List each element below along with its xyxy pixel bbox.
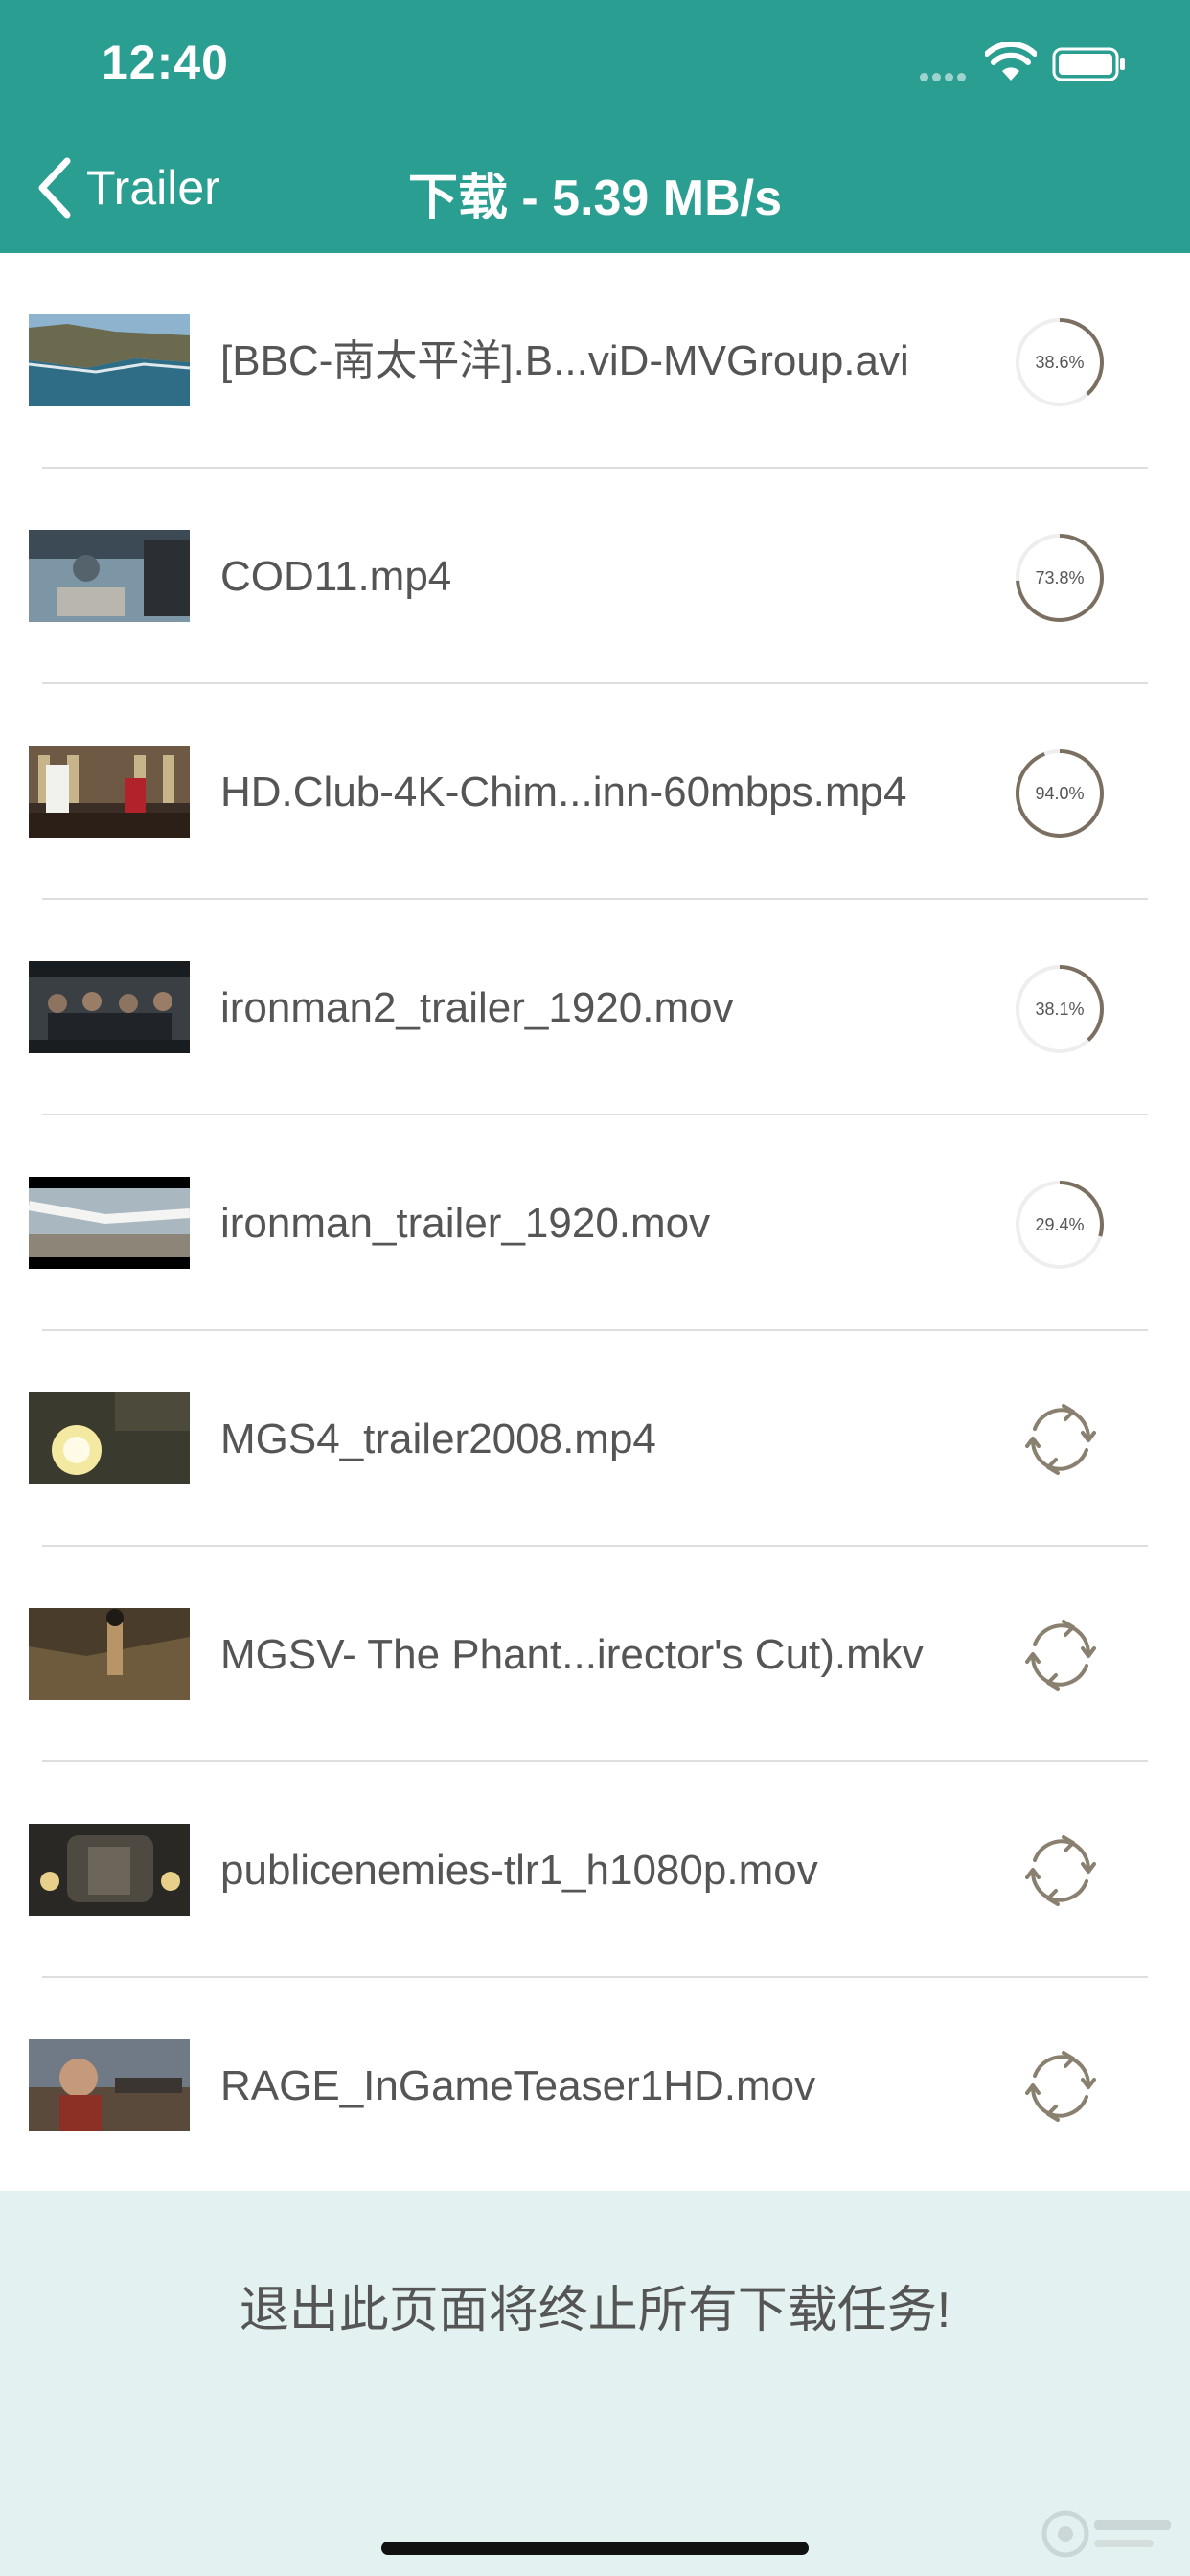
download-item[interactable]: publicenemies-tlr1_h1080p.mov [0, 1762, 1190, 1978]
refresh-icon[interactable] [1021, 2047, 1100, 2126]
footer-warning: 退出此页面将终止所有下载任务! [239, 2283, 951, 2338]
watermark-logo [1041, 2510, 1171, 2558]
video-thumbnail [29, 961, 190, 1053]
page-title: 下载 - 5.39 MB/s [407, 171, 783, 226]
progress-ring: 73.8% [1014, 532, 1106, 624]
video-thumbnail [29, 1392, 190, 1484]
progress-ring: 94.0% [1014, 748, 1106, 840]
video-thumbnail [29, 1608, 190, 1700]
video-thumbnail [29, 2039, 190, 2131]
download-item[interactable]: ironman_trailer_1920.mov 29.4% [0, 1116, 1190, 1331]
file-name: MGSV- The Phant...irector's Cut).mkv [220, 1631, 924, 1678]
progress-percent: 38.6% [1035, 353, 1085, 372]
file-name: HD.Club-4K-Chim...inn-60mbps.mp4 [220, 769, 907, 816]
file-name: ironman2_trailer_1920.mov [220, 984, 734, 1031]
progress-ring: 38.1% [1014, 963, 1106, 1055]
progress-ring: 38.6% [1014, 316, 1106, 408]
refresh-icon[interactable] [1021, 1831, 1100, 1910]
progress-percent: 38.1% [1035, 1000, 1085, 1019]
file-name: COD11.mp4 [220, 553, 452, 600]
home-indicator[interactable] [381, 2542, 809, 2555]
video-thumbnail [29, 1177, 190, 1269]
video-thumbnail [29, 530, 190, 622]
download-item[interactable]: HD.Club-4K-Chim...inn-60mbps.mp4 94.0% [0, 684, 1190, 900]
download-item[interactable]: ironman2_trailer_1920.mov 38.1% [0, 900, 1190, 1116]
download-list: [BBC-南太平洋].B...viD-MVGroup.avi 38.6% COD… [0, 253, 1190, 2194]
video-thumbnail [29, 314, 190, 406]
refresh-icon[interactable] [1021, 1616, 1100, 1694]
file-name: ironman_trailer_1920.mov [220, 1200, 711, 1247]
refresh-icon[interactable] [1021, 1400, 1100, 1479]
status-time: 12:40 [102, 35, 229, 89]
download-item[interactable]: RAGE_InGameTeaser1HD.mov [0, 1978, 1190, 2194]
progress-ring: 29.4% [1014, 1179, 1106, 1271]
battery-icon [1052, 47, 1125, 81]
file-name: publicenemies-tlr1_h1080p.mov [220, 1847, 818, 1894]
file-name: MGS4_trailer2008.mp4 [220, 1415, 656, 1462]
footer-panel: 退出此页面将终止所有下载任务! [0, 2191, 1190, 2576]
file-name: [BBC-南太平洋].B...viD-MVGroup.avi [220, 337, 909, 384]
download-item[interactable]: [BBC-南太平洋].B...viD-MVGroup.avi 38.6% [0, 253, 1190, 469]
progress-percent: 29.4% [1035, 1215, 1085, 1234]
navigation-header: 12:40 Trailer 下载 - 5.39 MB/s [0, 0, 1190, 253]
video-thumbnail [29, 746, 190, 838]
download-item[interactable]: MGS4_trailer2008.mp4 [0, 1331, 1190, 1547]
file-name: RAGE_InGameTeaser1HD.mov [220, 2062, 816, 2109]
video-thumbnail [29, 1824, 190, 1916]
progress-percent: 73.8% [1035, 568, 1085, 587]
progress-percent: 94.0% [1035, 784, 1085, 803]
download-item[interactable]: COD11.mp4 73.8% [0, 469, 1190, 684]
cellular-signal-icon [920, 69, 973, 81]
download-item[interactable]: MGSV- The Phant...irector's Cut).mkv [0, 1547, 1190, 1762]
wifi-icon [985, 42, 1037, 80]
